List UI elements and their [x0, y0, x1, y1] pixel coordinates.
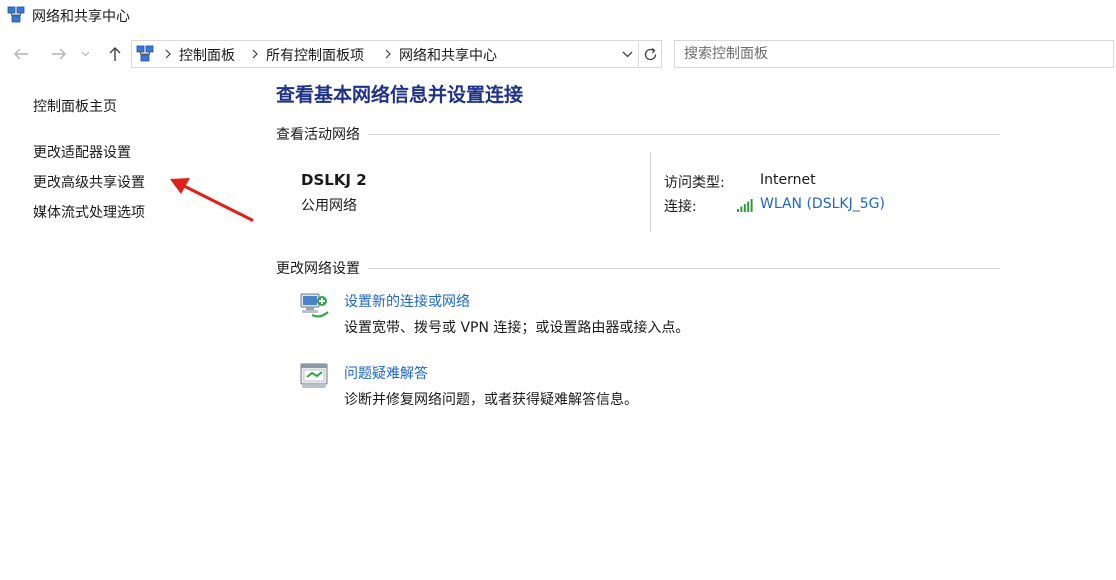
active-networks-header: 查看活动网络 [276, 124, 1000, 144]
sidebar-item-media-streaming[interactable]: 媒体流式处理选项 [33, 202, 145, 222]
setup-connection-description: 设置宽带、拨号或 VPN 连接；或设置路由器或接入点。 [344, 320, 690, 336]
page-title: 查看基本网络信息并设置连接 [276, 84, 524, 106]
forward-button[interactable] [46, 38, 72, 70]
vertical-divider [650, 152, 651, 232]
window-title: 网络和共享中心 [32, 9, 130, 25]
new-connection-icon [300, 293, 329, 318]
troubleshoot-link[interactable]: 问题疑难解答 [344, 363, 428, 383]
refresh-button[interactable] [638, 41, 661, 67]
access-type-value: Internet [760, 172, 816, 188]
arrow-left-icon [14, 48, 28, 60]
troubleshoot-icon [300, 363, 328, 388]
breadcrumb-control-panel[interactable]: 控制面板 [179, 45, 235, 65]
troubleshoot-description: 诊断并修复网络问题，或者获得疑难解答信息。 [344, 392, 638, 408]
breadcrumb-network-center[interactable]: 网络和共享中心 [399, 45, 497, 65]
address-bar[interactable]: 控制面板 所有控制面板项 网络和共享中心 [131, 40, 662, 68]
access-type-label: 访问类型: [664, 175, 725, 191]
refresh-icon [644, 47, 656, 60]
up-button[interactable] [102, 38, 128, 70]
back-button[interactable] [8, 38, 34, 70]
arrow-right-icon [52, 48, 66, 60]
section-divider [368, 267, 1000, 269]
chevron-right-icon[interactable] [163, 48, 173, 60]
section-label: 更改网络设置 [276, 261, 360, 277]
sidebar-home-link[interactable]: 控制面板主页 [33, 96, 117, 116]
search-input[interactable] [684, 41, 1113, 67]
network-center-icon [136, 45, 154, 62]
section-label: 查看活动网络 [276, 127, 360, 143]
setup-connection-link[interactable]: 设置新的连接或网络 [344, 291, 470, 311]
recent-locations-button[interactable] [76, 38, 94, 70]
network-type-link[interactable]: 公用网络 [301, 195, 357, 215]
network-center-icon [7, 6, 25, 23]
change-settings-header: 更改网络设置 [276, 258, 1000, 278]
navigation-bar: 控制面板 所有控制面板项 网络和共享中心 [0, 38, 1116, 70]
chevron-right-icon[interactable] [250, 48, 260, 60]
chevron-down-icon [622, 51, 632, 57]
chevron-down-icon [81, 51, 89, 57]
address-dropdown-button[interactable] [616, 41, 638, 67]
section-divider [368, 133, 1000, 135]
connection-label: 连接: [664, 199, 697, 215]
network-name: DSLKJ 2 [301, 171, 367, 189]
breadcrumb-all-items[interactable]: 所有控制面板项 [266, 45, 364, 65]
title-bar: 网络和共享中心 [0, 0, 1116, 34]
annotation-arrow-icon [170, 178, 254, 222]
sidebar-item-adapter-settings[interactable]: 更改适配器设置 [33, 142, 131, 162]
arrow-up-icon [109, 47, 121, 61]
wlan-connection-link[interactable]: WLAN (DSLKJ_5G) [760, 196, 885, 212]
chevron-right-icon[interactable] [383, 48, 393, 60]
sidebar-item-advanced-sharing[interactable]: 更改高级共享设置 [33, 172, 145, 192]
wifi-signal-icon [737, 199, 753, 212]
search-box[interactable] [674, 40, 1114, 68]
